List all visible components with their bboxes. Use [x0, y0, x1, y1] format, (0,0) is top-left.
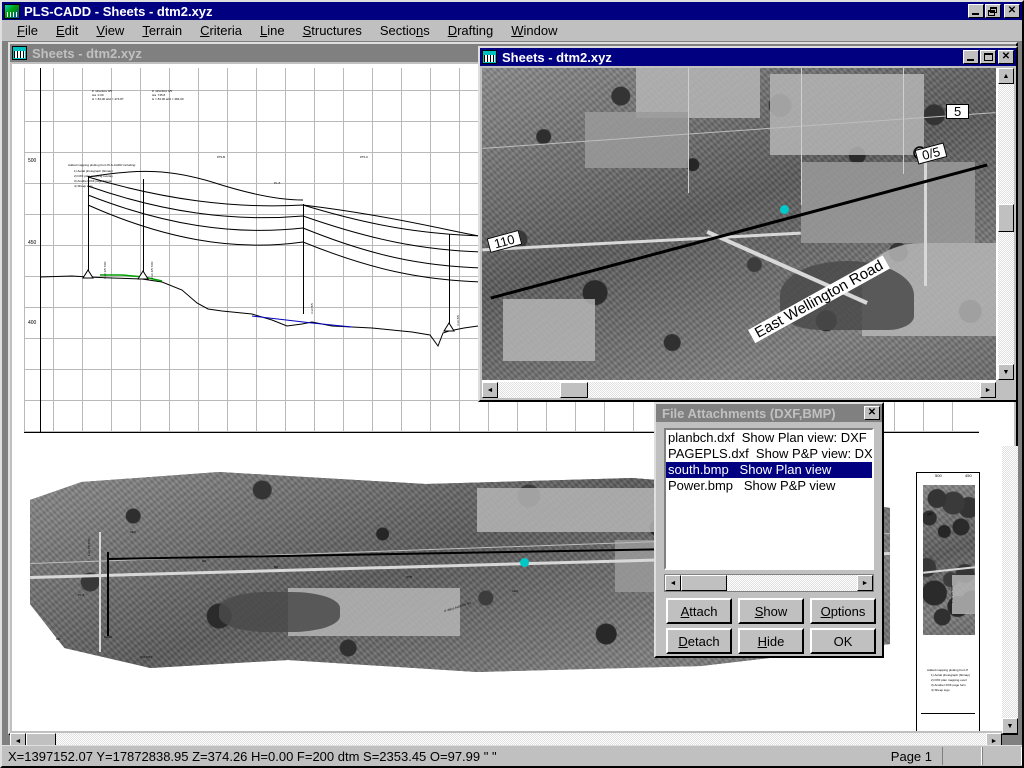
- menu-window[interactable]: Window: [502, 21, 566, 40]
- menu-sections[interactable]: Sections: [371, 21, 439, 40]
- active-window-hscrollbar[interactable]: ◄ ►: [482, 382, 996, 398]
- menu-edit[interactable]: Edit: [47, 21, 87, 40]
- vscroll-track[interactable]: [1002, 446, 1018, 718]
- attachments-listbox[interactable]: planbch.dxf Show Plan view: DXF PAGEPLS.…: [664, 428, 874, 570]
- hscroll-track[interactable]: [26, 733, 986, 745]
- attachments-hscroll-track[interactable]: [681, 575, 857, 591]
- attachment-file-1: PAGEPLS.dxf: [668, 446, 749, 461]
- application-window: PLS-CADD - Sheets - dtm2.xyz ✕ File Edit…: [0, 0, 1024, 768]
- attachments-hscroll-thumb[interactable]: [681, 575, 727, 591]
- ok-button[interactable]: OK: [810, 628, 876, 654]
- window-title: PLS-CADD - Sheets - dtm2.xyz: [24, 3, 213, 19]
- menu-drafting[interactable]: Drafting: [439, 21, 503, 40]
- active-hscroll-thumb[interactable]: [560, 382, 588, 398]
- close-button[interactable]: ✕: [1004, 4, 1020, 18]
- active-hscroll-track[interactable]: [498, 382, 980, 398]
- profile-structure-label-1: 1 str 3/5 TAN: [103, 261, 107, 279]
- status-coordinates: X=1397152.07 Y=17872838.95 Z=374.26 H=0.…: [8, 748, 497, 764]
- list-item[interactable]: planbch.dxf Show Plan view: DXF: [666, 430, 872, 446]
- list-item-selected[interactable]: south.bmp Show Plan view: [666, 462, 872, 478]
- attachment-file-2: south.bmp: [668, 462, 729, 477]
- dialog-title-bar: File Attachments (DXF,BMP) ✕: [656, 404, 882, 422]
- attachment-action-3: Show P&P view: [743, 478, 836, 493]
- background-window-title: Sheets - dtm2.xyz: [32, 45, 142, 61]
- active-window-title: Sheets - dtm2.xyz: [502, 49, 612, 65]
- menu-file[interactable]: File: [8, 21, 47, 40]
- sheets-window-active[interactable]: Sheets - dtm2.xyz ✕ 110 5 0/5 East Welli…: [478, 46, 1018, 402]
- sheet-canvas-active: 110 5 0/5 East Wellington Road ◄ ► ▲ ▼: [482, 68, 1014, 398]
- menu-bar: File Edit View Terrain Criteria Line Str…: [2, 20, 1022, 42]
- mdi-client-area: Sheets - dtm2.xyz 500 450 400 # structur…: [2, 42, 1022, 745]
- scrollbar-corner: [996, 380, 1014, 398]
- show-button[interactable]: Show: [738, 598, 804, 624]
- menu-criteria[interactable]: Criteria: [191, 21, 251, 40]
- profile-structure-label-2: 2 str 4/5 TAN: [150, 261, 154, 279]
- active-aerial-photo[interactable]: 110 5 0/5 East Wellington Road: [482, 68, 996, 380]
- profile-structure-label-4: 4 str 6/5: [456, 315, 460, 326]
- active-vscroll-up-button[interactable]: ▲: [998, 68, 1014, 84]
- attachment-action-2: Show Plan view: [739, 462, 832, 477]
- file-attachments-dialog[interactable]: File Attachments (DXF,BMP) ✕ planbch.dxf…: [654, 402, 884, 658]
- hscroll-left-button[interactable]: ◄: [10, 733, 26, 745]
- profile-structure-label-3: 3 str 5/5: [310, 303, 314, 314]
- attachments-list-hscrollbar[interactable]: ◄ ►: [664, 574, 874, 592]
- list-item[interactable]: Power.bmp Show P&P view: [666, 478, 872, 494]
- active-window-close-button[interactable]: ✕: [998, 50, 1014, 64]
- status-cell-2: [982, 747, 1022, 765]
- active-window-title-bar: Sheets - dtm2.xyz ✕: [480, 48, 1016, 66]
- status-page-label: Page 1: [890, 748, 932, 764]
- vscroll-down-button[interactable]: ▼: [1002, 718, 1018, 734]
- attachment-file-0: planbch.dxf: [668, 430, 735, 445]
- active-vscroll-track[interactable]: [998, 84, 1014, 364]
- active-hscroll-right-button[interactable]: ►: [980, 382, 996, 398]
- attachments-hscroll-right-button[interactable]: ►: [857, 575, 873, 591]
- pls-cadd-app-icon[interactable]: [4, 3, 20, 19]
- options-button[interactable]: Options: [810, 598, 876, 624]
- menu-terrain[interactable]: Terrain: [133, 21, 191, 40]
- right-mini-sheet-panel: SEC 1 str 3/5 TAN Added mapping plotting…: [916, 472, 980, 731]
- detach-button[interactable]: Detach: [666, 628, 732, 654]
- active-window-minimize-button[interactable]: [963, 50, 979, 64]
- active-window-maximize-button[interactable]: [980, 50, 996, 64]
- status-bar: X=1397152.07 Y=17872838.95 Z=374.26 H=0.…: [2, 745, 1022, 766]
- active-hscroll-left-button[interactable]: ◄: [482, 382, 498, 398]
- minimize-button[interactable]: [968, 4, 984, 18]
- restore-button[interactable]: [985, 4, 1001, 18]
- background-window-vscrollbar[interactable]: ▼: [1002, 446, 1018, 734]
- attachment-file-3: Power.bmp: [668, 478, 734, 493]
- status-cell-1: [942, 747, 982, 765]
- list-item[interactable]: PAGEPLS.dxf Show P&P view: DX: [666, 446, 872, 462]
- attach-button[interactable]: Attach: [666, 598, 732, 624]
- hide-button[interactable]: Hide: [738, 628, 804, 654]
- active-vscroll-thumb[interactable]: [998, 204, 1014, 232]
- dialog-title: File Attachments (DXF,BMP): [662, 405, 836, 421]
- active-vscroll-down-button[interactable]: ▼: [998, 364, 1014, 380]
- sheet-icon-active: [482, 50, 497, 64]
- menu-structures[interactable]: Structures: [294, 21, 371, 40]
- attachment-action-0: Show Plan view: DXF: [741, 430, 867, 445]
- hscroll-right-button[interactable]: ►: [986, 733, 1002, 745]
- background-window-hscrollbar[interactable]: ◄ ►: [10, 733, 1002, 745]
- title-bar: PLS-CADD - Sheets - dtm2.xyz ✕: [2, 2, 1022, 20]
- attachment-action-1: Show P&P view: DX: [755, 446, 873, 461]
- dialog-close-button[interactable]: ✕: [864, 406, 880, 420]
- menu-view[interactable]: View: [87, 21, 133, 40]
- hscroll-thumb[interactable]: [26, 733, 56, 745]
- photo-label-5: 5: [946, 104, 970, 119]
- right-panel-aerial-photo[interactable]: [923, 485, 975, 635]
- sheet-icon: [12, 46, 27, 60]
- active-window-vscrollbar[interactable]: ▲ ▼: [998, 68, 1014, 380]
- attachments-hscroll-left-button[interactable]: ◄: [665, 575, 681, 591]
- menu-line[interactable]: Line: [251, 21, 294, 40]
